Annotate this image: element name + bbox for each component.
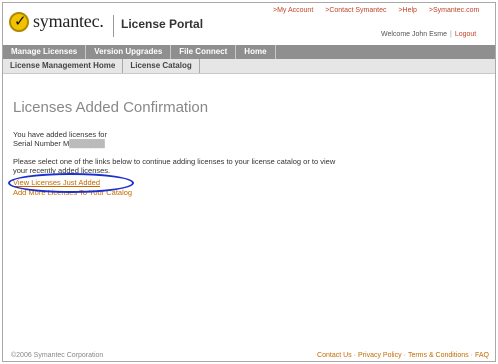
- nav-license-management-home[interactable]: License Management Home: [3, 59, 124, 73]
- page-title: Licenses Added Confirmation: [13, 99, 209, 116]
- portal-title: License Portal: [121, 17, 204, 31]
- logo-text: symantec.: [33, 11, 104, 31]
- nav-license-catalog[interactable]: License Catalog: [123, 59, 200, 73]
- help-link[interactable]: >Help: [398, 7, 416, 14]
- symantec-logo[interactable]: symantec.: [9, 11, 104, 32]
- instruction-text-1: Please select one of the links below to …: [13, 157, 336, 166]
- logout-link[interactable]: Logout: [455, 31, 476, 38]
- footer-sep: ·: [353, 351, 357, 359]
- footer-terms[interactable]: Terms & Conditions: [408, 352, 469, 359]
- main-content: Licenses Added Confirmation You have add…: [8, 99, 483, 198]
- footer-privacy-policy[interactable]: Privacy Policy: [358, 352, 402, 359]
- symantec-check-icon: [9, 11, 29, 32]
- my-account-link[interactable]: >My Account: [273, 7, 313, 14]
- secondary-nav: License Management Home License Catalog: [3, 59, 495, 74]
- top-links: >My Account >Contact Symantec >Help >Sym…: [273, 7, 489, 14]
- nav-home[interactable]: Home: [236, 45, 276, 59]
- nav-manage-licenses[interactable]: Manage Licenses: [3, 45, 87, 59]
- footer-sep: ·: [470, 351, 473, 359]
- header: symantec. License Portal >My Account >Co…: [3, 3, 495, 41]
- footer-links: Contact Us · Privacy Policy · Terms & Condit…: [317, 352, 489, 359]
- browser-page: symantec. License Portal >My Account >Co…: [2, 2, 496, 362]
- footer-contact-us[interactable]: Contact Us: [317, 352, 352, 359]
- welcome-separator: |: [450, 31, 452, 38]
- welcome-row: Welcome John Esme | Logout: [381, 31, 476, 38]
- primary-nav: Manage Licenses Version Upgrades File Co…: [3, 45, 495, 59]
- copyright: ©2006 Symantec Corporation: [11, 351, 104, 359]
- serial-number-row: Serial Number M████████: [13, 139, 483, 148]
- serial-label: Serial Number M: [13, 139, 70, 148]
- footer-faq[interactable]: FAQ: [475, 352, 489, 359]
- footer-sep: ·: [403, 351, 406, 359]
- welcome-text: Welcome John Esme: [381, 31, 448, 38]
- highlight-ellipse: [8, 173, 134, 193]
- nav-file-connect[interactable]: File Connect: [171, 45, 237, 59]
- contact-symantec-link[interactable]: >Contact Symantec: [325, 7, 386, 14]
- header-divider: [113, 15, 114, 37]
- added-text: You have added licenses for: [13, 130, 107, 139]
- symantec-com-link[interactable]: >Symantec.com: [429, 7, 479, 14]
- footer: ©2006 Symantec Corporation Contact Us · Pr…: [3, 349, 495, 361]
- nav-version-upgrades[interactable]: Version Upgrades: [86, 45, 172, 59]
- serial-value-redacted: ████████: [69, 139, 105, 148]
